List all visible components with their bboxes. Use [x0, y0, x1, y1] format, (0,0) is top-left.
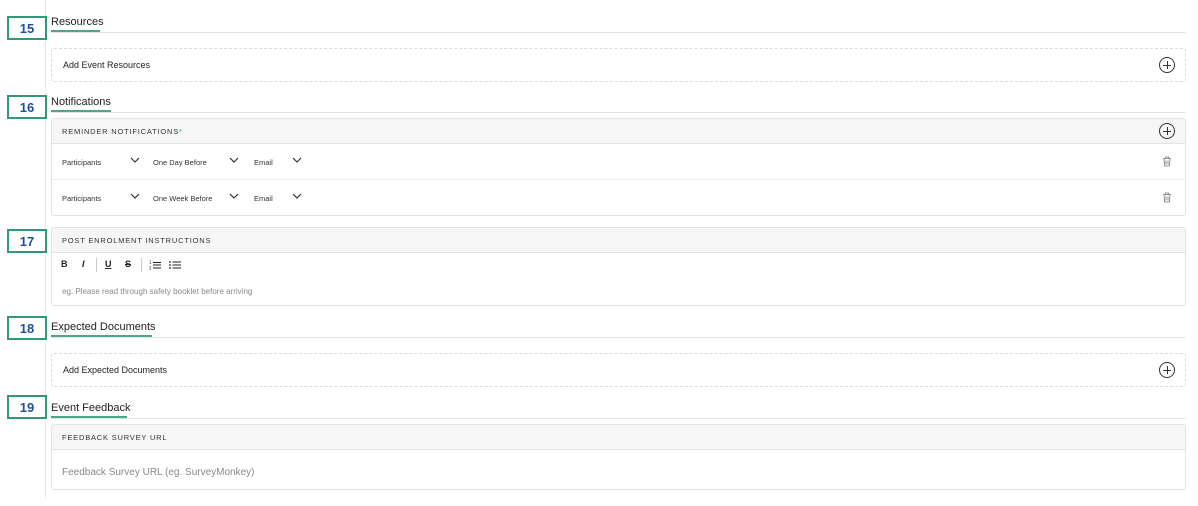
- expected-documents-title: Expected Documents: [51, 321, 156, 333]
- recipient-select[interactable]: Participants: [62, 158, 101, 167]
- timing-select[interactable]: One Day Before: [153, 158, 207, 167]
- resources-rule: [51, 32, 1186, 33]
- add-expected-documents-label: Add Expected Documents: [63, 365, 168, 375]
- post-enrolment-caption: POST ENROLMENT INSTRUCTIONS: [62, 236, 212, 245]
- notifications-rule: [51, 112, 1186, 113]
- feedback-survey-panel: FEEDBACK SURVEY URL Feedback Survey URL …: [51, 424, 1186, 490]
- ordered-list-icon[interactable]: 1 2: [149, 260, 161, 270]
- chevron-down-icon[interactable]: [292, 192, 302, 200]
- reminder-notifications-panel: REMINDER NOTIFICATIONS* Participants One…: [51, 118, 1186, 216]
- notification-row: Participants One Week Before Email: [52, 180, 1185, 215]
- add-event-resources-label: Add Event Resources: [63, 60, 151, 70]
- trash-icon[interactable]: [1162, 192, 1172, 203]
- italic-button[interactable]: I: [82, 259, 85, 269]
- feedback-survey-header: FEEDBACK SURVEY URL: [52, 425, 1185, 450]
- post-enrolment-editor[interactable]: eg. Please read through safety booklet b…: [62, 287, 252, 296]
- rich-text-toolbar: B I U S 1 2: [52, 253, 1185, 275]
- underline-button[interactable]: U: [105, 259, 112, 269]
- chevron-down-icon[interactable]: [229, 156, 239, 164]
- chevron-down-icon[interactable]: [229, 192, 239, 200]
- timing-select[interactable]: One Week Before: [153, 194, 212, 203]
- post-enrolment-header: POST ENROLMENT INSTRUCTIONS: [52, 228, 1185, 253]
- event-feedback-rule: [51, 418, 1186, 419]
- reminder-notifications-caption: REMINDER NOTIFICATIONS*: [62, 127, 183, 136]
- callout-18: 18: [7, 316, 47, 340]
- callout-16: 16: [7, 95, 47, 119]
- recipient-select[interactable]: Participants: [62, 194, 101, 203]
- chevron-down-icon[interactable]: [292, 156, 302, 164]
- svg-text:2: 2: [149, 266, 152, 271]
- feedback-survey-caption: FEEDBACK SURVEY URL: [62, 433, 168, 442]
- chevron-down-icon[interactable]: [130, 192, 140, 200]
- event-feedback-title: Event Feedback: [51, 402, 131, 414]
- required-marker: *: [179, 127, 183, 136]
- bold-button[interactable]: B: [61, 259, 68, 269]
- callout-15: 15: [7, 16, 47, 40]
- channel-select[interactable]: Email: [254, 158, 273, 167]
- resources-title: Resources: [51, 16, 104, 28]
- add-resource-plus-icon[interactable]: [1159, 57, 1175, 73]
- chevron-down-icon[interactable]: [130, 156, 140, 164]
- feedback-survey-url-input[interactable]: Feedback Survey URL (eg. SurveyMonkey): [62, 467, 255, 478]
- callout-19: 19: [7, 395, 47, 419]
- callout-17: 17: [7, 229, 47, 253]
- bullet-list-icon[interactable]: [169, 260, 181, 270]
- svg-text:1: 1: [149, 260, 152, 265]
- strikethrough-button[interactable]: S: [125, 259, 131, 269]
- notifications-title: Notifications: [51, 96, 111, 108]
- trash-icon[interactable]: [1162, 156, 1172, 167]
- add-notification-plus-icon[interactable]: [1159, 123, 1175, 139]
- reminder-notifications-header: REMINDER NOTIFICATIONS*: [52, 119, 1185, 144]
- add-document-plus-icon[interactable]: [1159, 362, 1175, 378]
- notification-row: Participants One Day Before Email: [52, 144, 1185, 180]
- toolbar-divider: [141, 258, 142, 272]
- toolbar-divider: [96, 258, 97, 272]
- post-enrolment-panel: POST ENROLMENT INSTRUCTIONS B I U S 1 2 …: [51, 227, 1186, 306]
- add-event-resources-box[interactable]: Add Event Resources: [51, 48, 1186, 82]
- channel-select[interactable]: Email: [254, 194, 273, 203]
- expected-documents-rule: [51, 337, 1186, 338]
- add-expected-documents-box[interactable]: Add Expected Documents: [51, 353, 1186, 387]
